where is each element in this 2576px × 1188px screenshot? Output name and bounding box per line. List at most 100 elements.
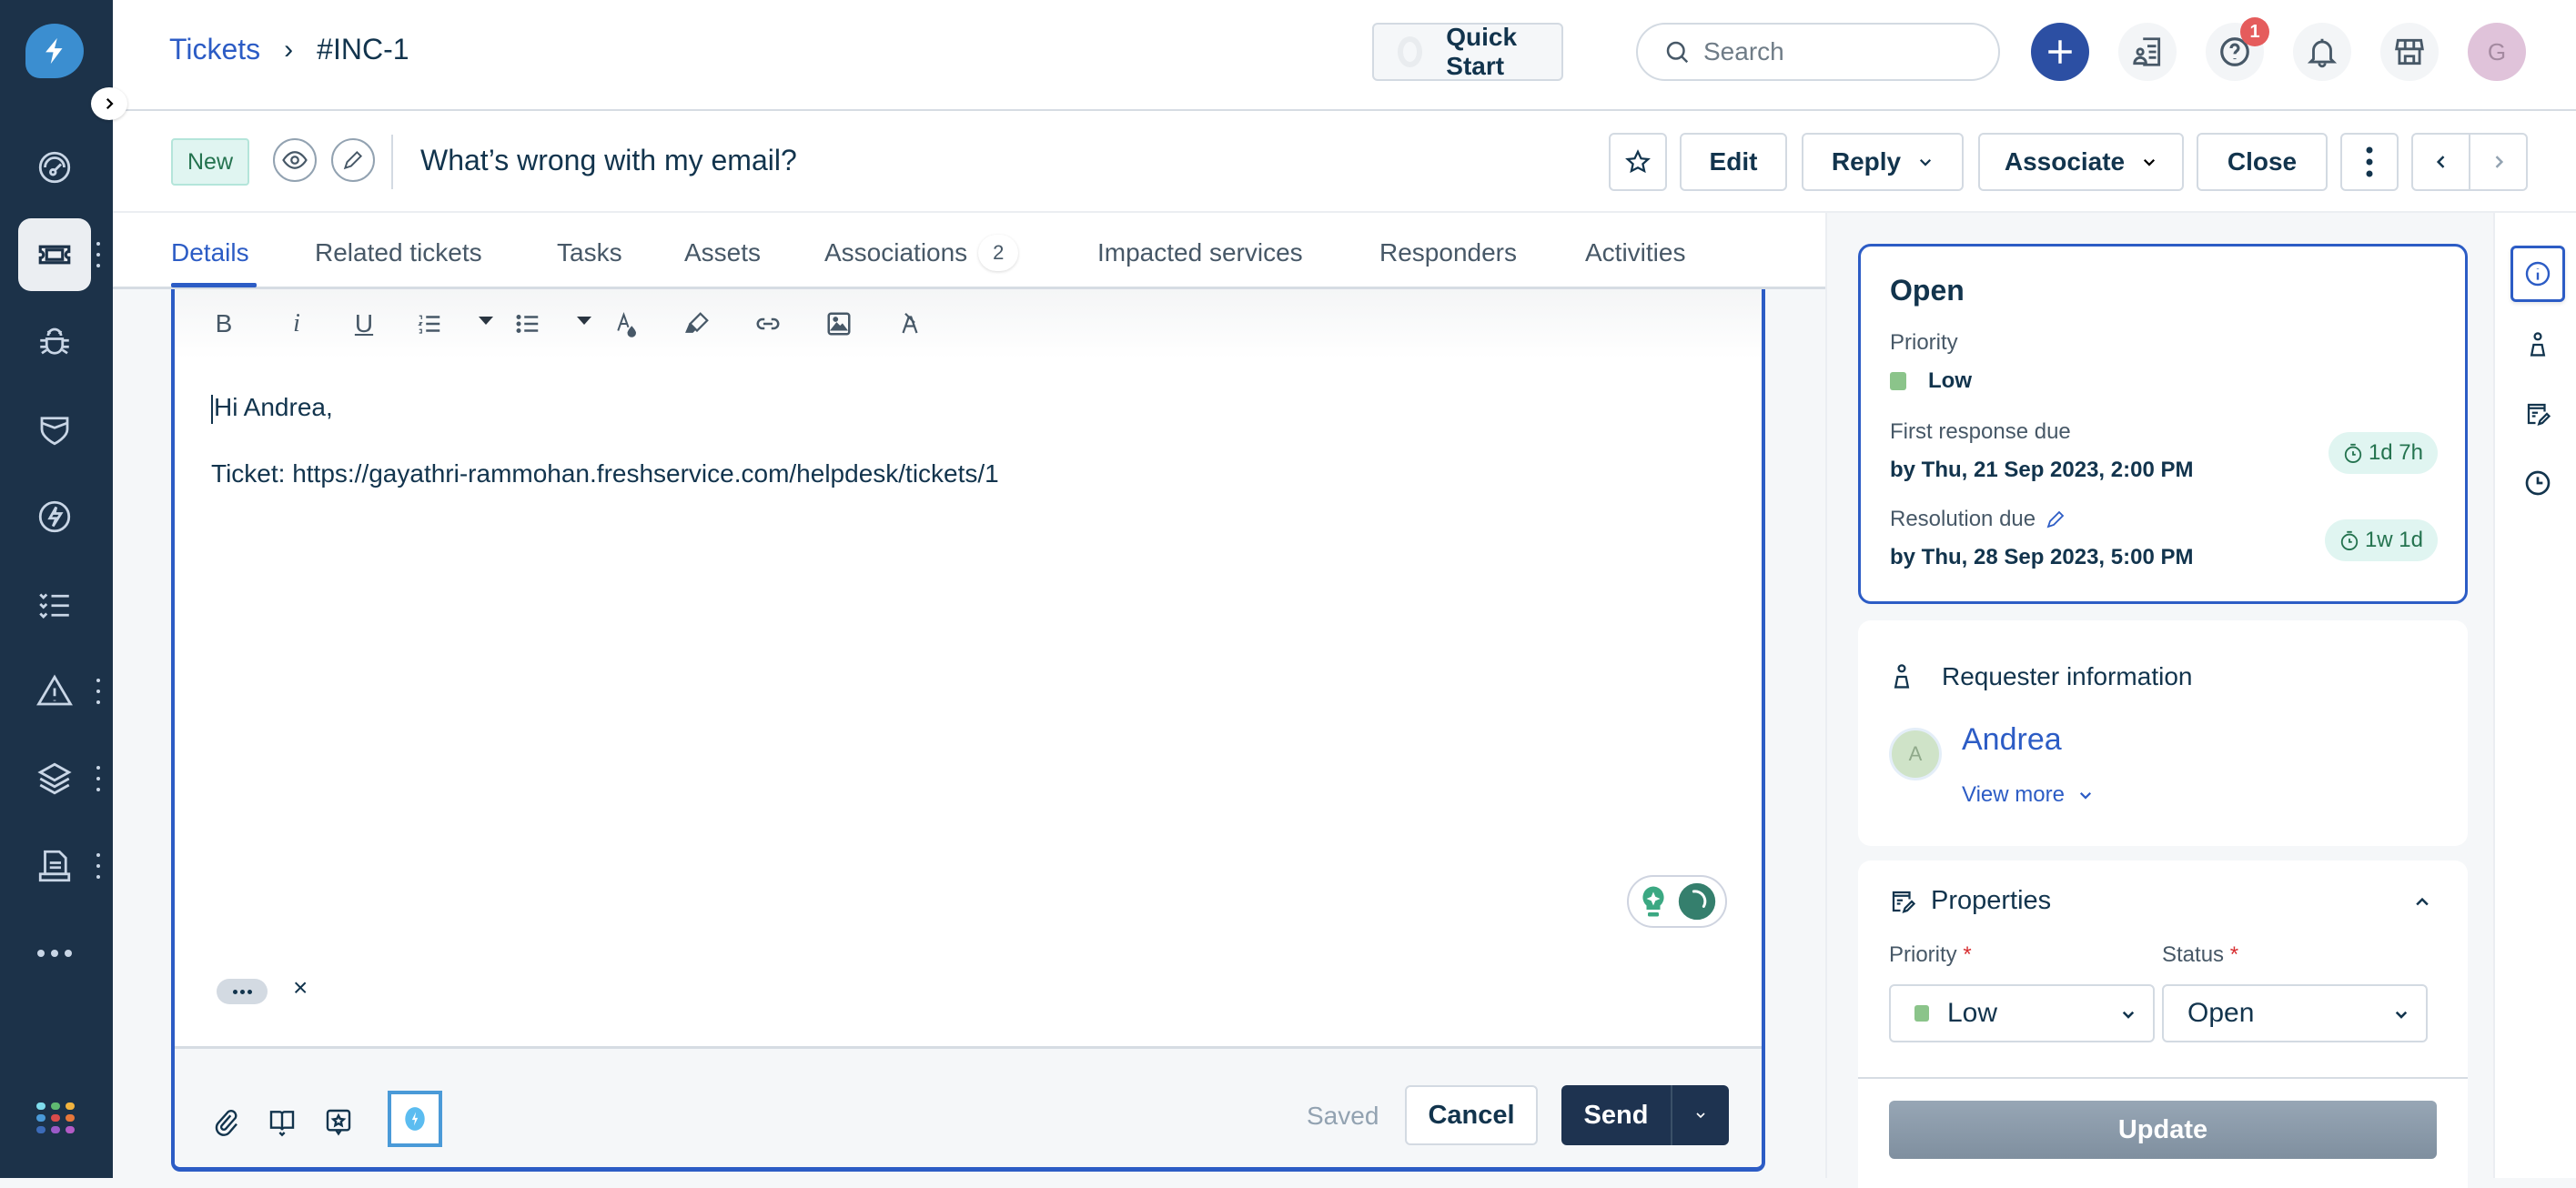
resolution-due: by Thu, 28 Sep 2023, 5:00 PM: [1890, 545, 2194, 569]
rail-time-entries[interactable]: [2510, 455, 2565, 511]
tab-assets[interactable]: Assets: [684, 235, 761, 271]
show-quoted-text-button[interactable]: [217, 979, 268, 1004]
attachment-icon[interactable]: [207, 1103, 244, 1140]
status-field-label: Status *: [2162, 942, 2239, 967]
send-options-dropdown[interactable]: [1672, 1085, 1729, 1145]
tab-impacted-services[interactable]: Impacted services: [1097, 235, 1303, 271]
ordered-list-dropdown-icon[interactable]: [479, 317, 493, 325]
nav-assets-menu[interactable]: [95, 766, 102, 791]
checklist-icon: [39, 593, 69, 619]
close-ticket-button[interactable]: Close: [2197, 133, 2328, 191]
freddy-button[interactable]: [388, 1091, 442, 1147]
associate-button[interactable]: Associate: [1978, 133, 2184, 191]
watch-button[interactable]: [273, 138, 317, 182]
nav-reports[interactable]: [18, 830, 91, 902]
properties-heading: Properties: [1889, 886, 2051, 916]
bolt-icon: [45, 37, 63, 65]
freshservice-logo[interactable]: [25, 24, 84, 78]
italic-icon[interactable]: i: [280, 307, 313, 340]
favorite-button[interactable]: [1609, 133, 1667, 191]
requester-name-link[interactable]: Andrea: [1962, 722, 2062, 758]
bold-icon[interactable]: B: [207, 307, 240, 340]
divider: [1858, 1077, 2468, 1079]
app-switcher-icon[interactable]: [36, 1102, 75, 1133]
search-input[interactable]: [1703, 37, 1976, 66]
progress-ring-icon: [1398, 36, 1423, 67]
quick-start-button[interactable]: Quick Start: [1372, 23, 1563, 81]
bullet-list-icon[interactable]: [511, 307, 544, 340]
reply-button[interactable]: Reply: [1802, 133, 1964, 191]
nav-alerts-menu[interactable]: [95, 679, 102, 704]
new-button[interactable]: [2031, 23, 2089, 81]
update-button[interactable]: Update: [1889, 1101, 2437, 1159]
nav-tasks[interactable]: [18, 568, 91, 640]
rail-properties[interactable]: [2510, 386, 2565, 442]
first-response-due: by Thu, 21 Sep 2023, 2:00 PM: [1890, 458, 2194, 482]
chevron-down-icon: [1696, 1112, 1705, 1119]
cancel-button[interactable]: Cancel: [1405, 1085, 1538, 1145]
requester-directory-button[interactable]: [2118, 23, 2177, 81]
text-color-icon[interactable]: [610, 307, 642, 340]
clear-format-icon[interactable]: [894, 307, 926, 340]
editor-toolbar: B i U: [175, 289, 1762, 358]
underline-icon[interactable]: U: [348, 307, 380, 340]
search-box[interactable]: [1636, 23, 2000, 81]
user-avatar[interactable]: G: [2468, 23, 2526, 81]
nav-more[interactable]: [18, 917, 91, 990]
notifications-button[interactable]: [2293, 23, 2351, 81]
edit-title-button[interactable]: [331, 138, 375, 182]
nav-problems[interactable]: [18, 306, 91, 378]
tab-details[interactable]: Details: [171, 235, 249, 271]
edit-resolution-icon[interactable]: [2045, 508, 2066, 530]
canned-response-icon[interactable]: [320, 1103, 357, 1140]
expand-nav-button[interactable]: [91, 87, 127, 120]
help-button[interactable]: 1: [2206, 17, 2269, 81]
marketplace-button[interactable]: [2380, 23, 2439, 81]
nav-alerts[interactable]: [18, 655, 91, 728]
send-button[interactable]: Send: [1561, 1085, 1672, 1145]
tab-responders[interactable]: Responders: [1379, 235, 1517, 271]
tab-associations[interactable]: Associations 2: [824, 235, 1019, 271]
properties-card: Properties Priority * Status * Low Open …: [1858, 861, 2468, 1188]
app-grid-dot: [51, 1114, 60, 1122]
status-select[interactable]: Open: [2162, 984, 2428, 1042]
priority-select[interactable]: Low: [1889, 984, 2155, 1042]
link-icon[interactable]: [752, 307, 784, 340]
previous-ticket-button[interactable]: [2413, 135, 2470, 189]
tab-tasks[interactable]: Tasks: [557, 235, 622, 271]
chevron-down-icon: [1920, 158, 1932, 166]
rail-ticket-info[interactable]: [2510, 246, 2565, 302]
more-actions-button[interactable]: [2340, 133, 2399, 191]
nav-assets[interactable]: [18, 742, 91, 815]
nav-changes[interactable]: [18, 393, 91, 466]
ai-lightbulb-icon: [1642, 886, 1664, 917]
bullet-list-dropdown-icon[interactable]: [577, 317, 591, 325]
nav-dashboard[interactable]: [18, 131, 91, 204]
app-grid-dot: [66, 1114, 75, 1122]
editor-ticket-link-line: Ticket: https://gayathri-rammohan.freshs…: [211, 459, 999, 488]
freddy-bolt-icon: [405, 1107, 425, 1131]
chevron-down-icon: [2079, 791, 2091, 800]
view-more-link[interactable]: View more: [1962, 782, 2094, 808]
bell-icon: [2307, 38, 2338, 68]
freddy-ai-assist[interactable]: [1627, 875, 1727, 928]
editor-content[interactable]: Hi Andrea, Ticket: https://gayathri-ramm…: [211, 391, 999, 524]
nav-releases[interactable]: [18, 480, 91, 553]
collapse-chevron-up-icon[interactable]: [2413, 893, 2431, 911]
solution-article-icon[interactable]: [264, 1103, 300, 1140]
nav-tickets-menu[interactable]: [95, 242, 102, 267]
breadcrumb-separator: ›: [284, 34, 294, 65]
tab-related-tickets[interactable]: Related tickets: [315, 235, 482, 271]
image-icon[interactable]: [823, 307, 855, 340]
remove-quoted-text-button[interactable]: ×: [293, 973, 308, 1002]
tab-activities[interactable]: Activities: [1585, 235, 1685, 271]
nav-reports-menu[interactable]: [95, 853, 102, 879]
next-ticket-button[interactable]: [2470, 135, 2526, 189]
rail-requester[interactable]: [2510, 317, 2565, 373]
chevron-down-icon: [2122, 1011, 2135, 1019]
highlight-icon[interactable]: [681, 307, 713, 340]
breadcrumb-tickets-link[interactable]: Tickets: [169, 33, 260, 66]
nav-tickets[interactable]: [18, 218, 91, 291]
edit-button[interactable]: Edit: [1680, 133, 1787, 191]
ordered-list-icon[interactable]: [413, 307, 446, 340]
